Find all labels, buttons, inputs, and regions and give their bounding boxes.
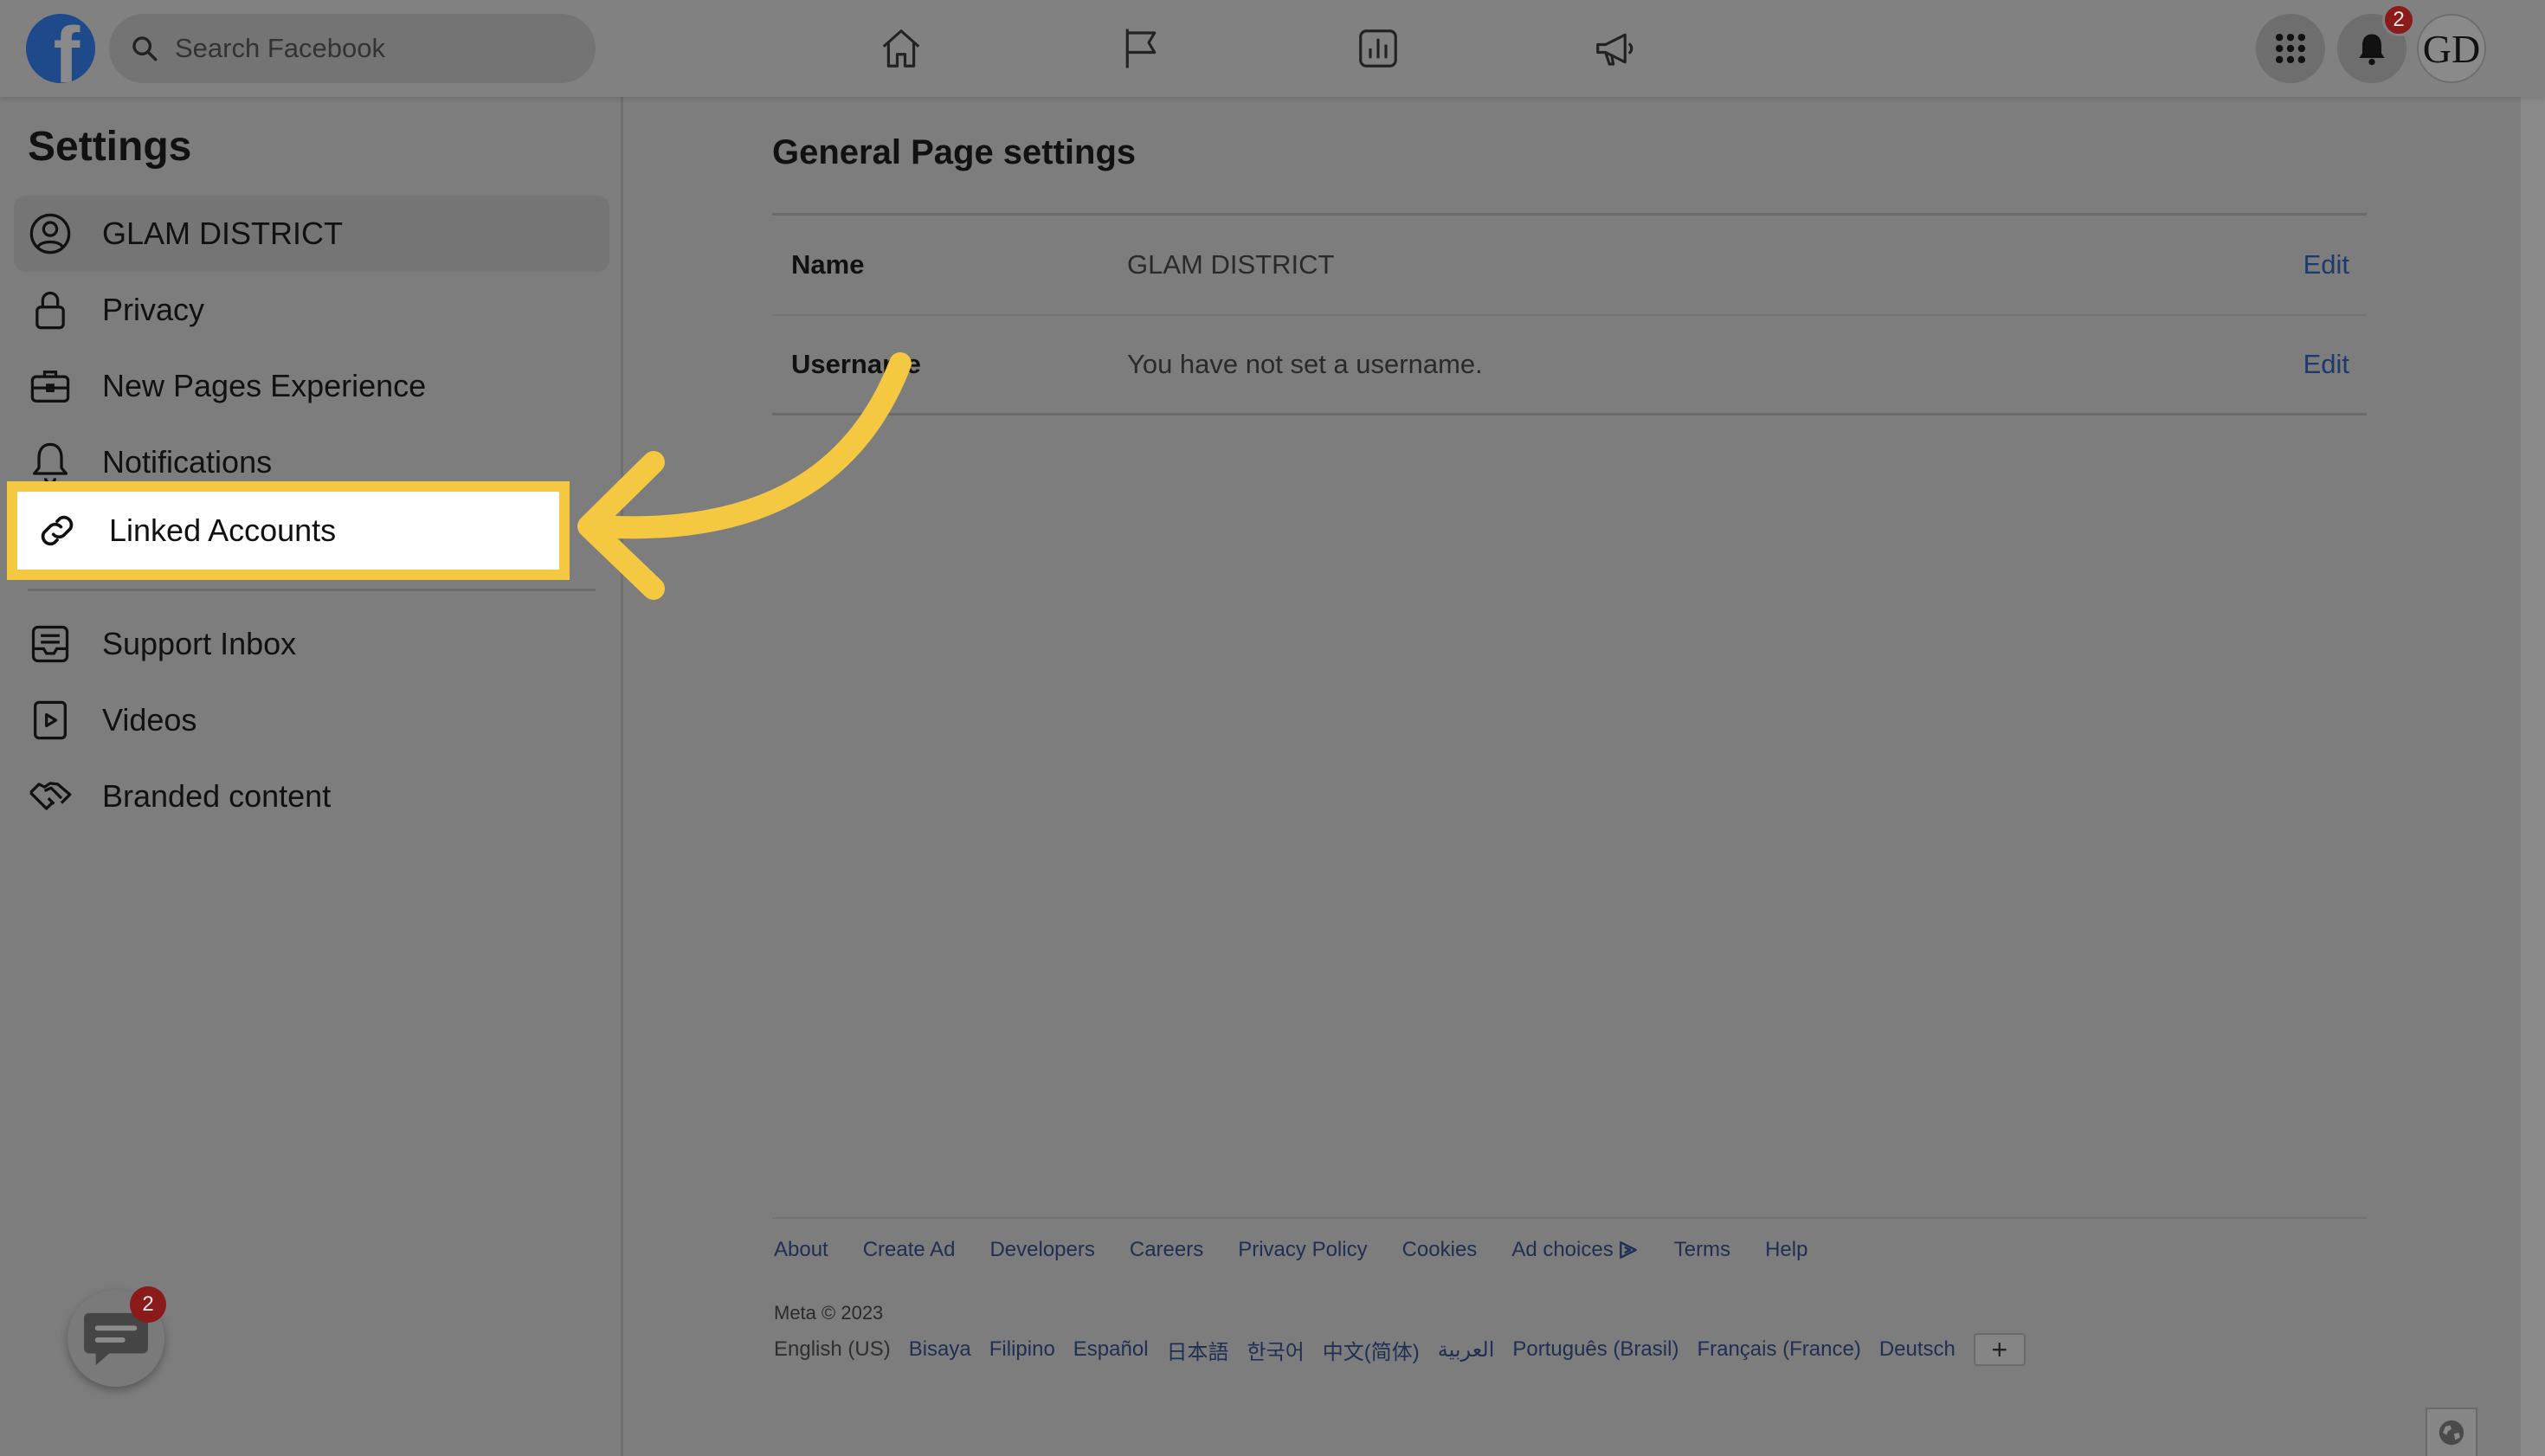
language-link[interactable]: Filipino	[989, 1337, 1055, 1362]
add-language-button[interactable]: +	[1973, 1333, 2026, 1366]
edit-name-link[interactable]: Edit	[2303, 249, 2349, 280]
megaphone-icon	[1596, 33, 1633, 66]
facebook-logo[interactable]: f	[26, 14, 95, 83]
footer-link-label: Ad choices	[1511, 1238, 1614, 1261]
chat-badge: 2	[130, 1286, 166, 1323]
sidebar-item-privacy[interactable]: Privacy	[14, 272, 609, 348]
language-link[interactable]: Français (France)	[1697, 1337, 1860, 1362]
globe-icon	[2439, 1420, 2464, 1446]
grid-menu-icon	[2275, 33, 2306, 64]
briefcase-icon	[30, 370, 70, 403]
row-value: GLAM DISTRICT	[1127, 249, 1335, 280]
ad-choices-icon	[1619, 1241, 1637, 1259]
language-link[interactable]: Deutsch	[1879, 1337, 1955, 1362]
footer-link-developers[interactable]: Developers	[989, 1238, 1094, 1262]
language-link[interactable]: 한국어	[1247, 1335, 1305, 1365]
bell-icon	[2359, 34, 2385, 66]
search-input[interactable]	[175, 33, 556, 64]
flag-icon	[1125, 29, 1157, 68]
footer-link-about[interactable]: About	[774, 1238, 828, 1262]
search-icon	[132, 36, 158, 61]
nav-ads[interactable]	[1589, 23, 1641, 74]
footer-link-help[interactable]: Help	[1765, 1238, 1807, 1262]
page-scrollbar[interactable]	[2521, 97, 2545, 1456]
bell-icon	[32, 442, 68, 485]
settings-sidebar: Settings GLAM DISTRICT Privacy New Pages…	[0, 97, 623, 1456]
footer-link-terms[interactable]: Terms	[1674, 1238, 1730, 1262]
copyright: Meta © 2023	[774, 1302, 884, 1324]
menu-button[interactable]	[2256, 14, 2325, 83]
search-box[interactable]	[109, 14, 596, 83]
user-circle-icon	[29, 213, 71, 254]
footer-link-careers[interactable]: Careers	[1130, 1238, 1203, 1262]
language-link[interactable]: Español	[1073, 1337, 1149, 1362]
footer-link-create-ad[interactable]: Create Ad	[863, 1238, 956, 1262]
insights-icon	[1359, 29, 1397, 68]
sidebar-item-new-pages-experience[interactable]: New Pages Experience	[14, 348, 609, 424]
sidebar-item-label: New Pages Experience	[102, 368, 427, 403]
facebook-logo-glyph: f	[53, 14, 81, 83]
link-icon	[41, 515, 74, 546]
footer-links: About Create Ad Developers Careers Priva…	[774, 1238, 1807, 1262]
footer-divider	[772, 1217, 2367, 1219]
page-title: General Page settings	[772, 133, 1137, 171]
general-settings-table: Name GLAM DISTRICT Edit Username You hav…	[772, 213, 2367, 416]
language-selector: English (US) Bisaya Filipino Español 日本語…	[774, 1333, 2026, 1366]
edit-username-link[interactable]: Edit	[2303, 349, 2349, 380]
inbox-icon	[31, 625, 69, 663]
sidebar-item-linked-accounts[interactable]: Linked Accounts	[7, 481, 570, 580]
sidebar-item-label: Linked Accounts	[109, 512, 337, 548]
lock-icon	[35, 291, 65, 330]
row-label: Name	[791, 249, 865, 280]
handshake-icon	[29, 782, 72, 810]
sidebar-item-label: Notifications	[102, 444, 273, 480]
footer-link-privacy-policy[interactable]: Privacy Policy	[1238, 1238, 1367, 1262]
footer-link-cookies[interactable]: Cookies	[1402, 1238, 1478, 1262]
notifications-badge: 2	[2382, 3, 2415, 36]
sidebar-title: Settings	[28, 124, 192, 170]
video-icon	[34, 700, 67, 740]
language-link[interactable]: 中文(简体)	[1323, 1335, 1420, 1365]
nav-insights[interactable]	[1352, 23, 1404, 74]
nav-pages[interactable]	[1115, 23, 1167, 74]
sidebar-item-label: GLAM DISTRICT	[102, 216, 344, 251]
sidebar-item-videos[interactable]: Videos	[14, 682, 609, 758]
language-link[interactable]: Português (Brasil)	[1512, 1337, 1678, 1362]
top-navigation-bar: f 2 GD	[0, 0, 2545, 97]
current-language: English (US)	[774, 1337, 891, 1361]
settings-row-name: Name GLAM DISTRICT Edit	[772, 216, 2367, 314]
sidebar-item-label: Videos	[102, 702, 197, 738]
home-icon	[882, 29, 920, 68]
sidebar-item-label: Branded content	[102, 778, 332, 814]
language-link[interactable]: العربية	[1438, 1337, 1495, 1363]
footer-link-ad-choices[interactable]: Ad choices	[1511, 1238, 1639, 1262]
sidebar-item-glam-district[interactable]: GLAM DISTRICT	[14, 196, 609, 272]
settings-row-username: Username You have not set a username. Ed…	[772, 314, 2367, 413]
language-link[interactable]: Bisaya	[909, 1337, 971, 1362]
nav-home[interactable]	[875, 23, 927, 74]
avatar[interactable]: GD	[2417, 14, 2486, 83]
sidebar-item-support-inbox[interactable]: Support Inbox	[14, 606, 609, 682]
sidebar-item-label: Support Inbox	[102, 626, 297, 661]
row-label: Username	[791, 349, 921, 379]
language-globe-button[interactable]	[2426, 1408, 2477, 1456]
row-value: You have not set a username.	[1127, 349, 1483, 379]
language-link[interactable]: 日本語	[1167, 1335, 1229, 1365]
sidebar-item-branded-content[interactable]: Branded content	[14, 758, 609, 834]
sidebar-divider	[28, 589, 596, 591]
sidebar-item-label: Privacy	[102, 292, 205, 327]
